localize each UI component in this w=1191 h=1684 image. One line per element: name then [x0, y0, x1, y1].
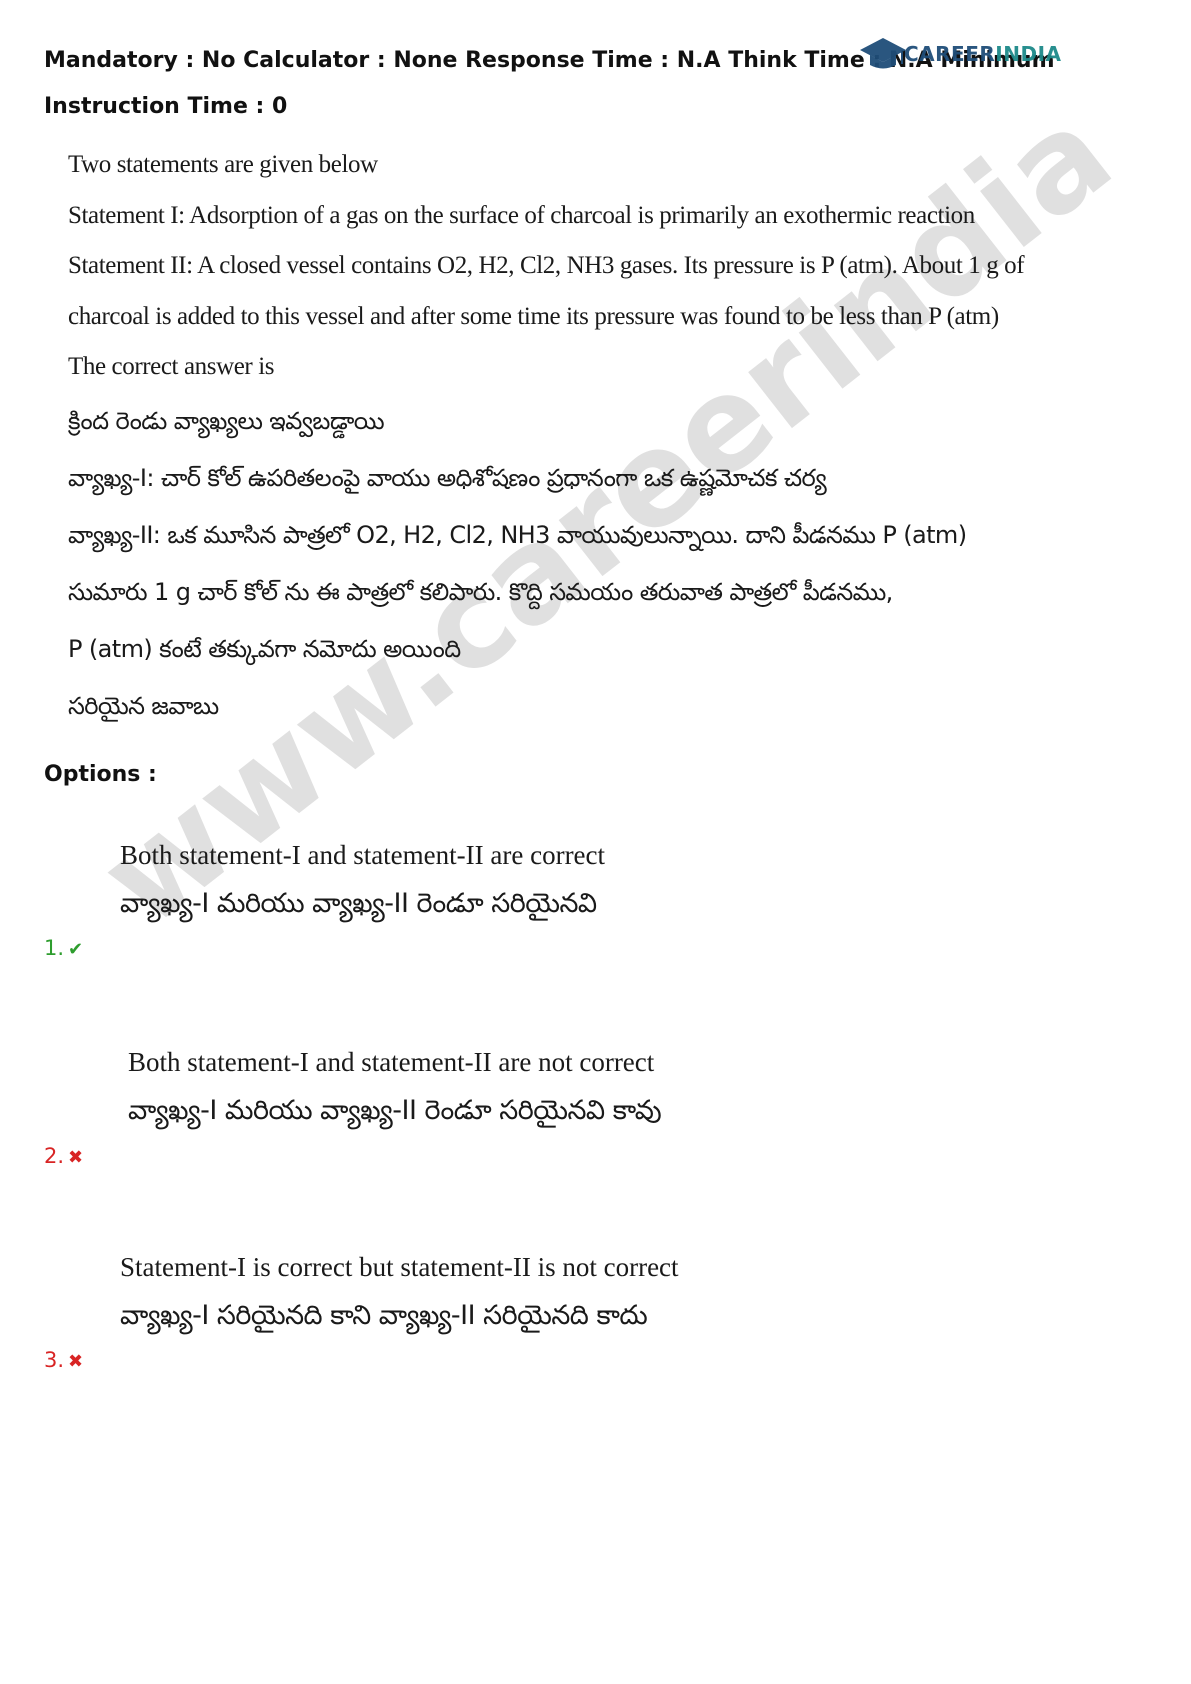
options-label: Options :: [44, 762, 157, 787]
option-number: 2. ✖: [44, 1144, 83, 1168]
option-1[interactable]: Both statement-I and statement-II are co…: [0, 840, 1191, 970]
logo-text-career: CAREER: [904, 42, 996, 66]
question-line-telugu: సరియైన జవాబు: [68, 691, 219, 720]
option-text-english: Statement-I is correct but statement-II …: [120, 1252, 679, 1282]
question-line-telugu: P (atm) కంటే తక్కువగా నమోదు అయింది: [68, 634, 461, 663]
cross-icon: ✖: [68, 1351, 84, 1372]
question-line-telugu: వ్యాఖ్య-II: ఒక మూసిన పాత్రలో O2, H2, Cl2…: [68, 520, 967, 549]
question-line-telugu: సుమారు 1 g చార్ కోల్ ను ఈ పాత్రలో కలిపార…: [68, 577, 893, 606]
graduation-cap-icon: [860, 38, 906, 69]
option-number-label: 1.: [44, 936, 65, 960]
option-2[interactable]: Both statement-I and statement-II are no…: [0, 1047, 1191, 1177]
option-3[interactable]: Statement-I is correct but statement-II …: [0, 1252, 1191, 1382]
question-line: The correct answer is: [68, 353, 275, 380]
question-line: Statement II: A closed vessel contains O…: [68, 252, 1025, 279]
question-line: charcoal is added to this vessel and aft…: [68, 302, 999, 330]
logo-text: CAREERINDIA: [904, 42, 1061, 66]
question-line: Statement I: Adsorption of a gas on the …: [68, 201, 975, 229]
option-number-label: 2.: [44, 1144, 65, 1168]
check-icon: ✔: [68, 939, 84, 960]
option-number-label: 3.: [44, 1348, 65, 1372]
cross-icon: ✖: [68, 1147, 84, 1168]
option-text-telugu: వ్యాఖ్య-I మరియు వ్యాఖ్య-II రెండూ సరియైనవ…: [120, 888, 597, 919]
logo-text-india: INDIA: [995, 42, 1062, 66]
option-text-english: Both statement-I and statement-II are co…: [120, 840, 606, 870]
option-text-telugu: వ్యాఖ్య-I మరియు వ్యాఖ్య-II రెండూ సరియైనవ…: [128, 1095, 662, 1126]
question-line-telugu: క్రింద రెండు వ్యాఖ్యలు ఇవ్వబడ్డాయి: [68, 406, 385, 435]
question-line: Two statements are given below: [68, 151, 378, 178]
career-india-logo: CAREERINDIA: [858, 34, 1061, 74]
option-text-telugu: వ్యాఖ్య-I సరియైనది కాని వ్యాఖ్య-II సరియై…: [120, 1300, 648, 1331]
option-text-english: Both statement-I and statement-II are no…: [128, 1047, 655, 1077]
question-line-telugu: వ్యాఖ్య-I: చార్ కోల్ ఉపరితలంపై వాయు అధిశ…: [68, 463, 827, 492]
option-number: 3. ✖: [44, 1348, 83, 1372]
option-number: 1. ✔: [44, 936, 83, 960]
question-body: Two statements are given below Statement…: [68, 140, 1025, 735]
